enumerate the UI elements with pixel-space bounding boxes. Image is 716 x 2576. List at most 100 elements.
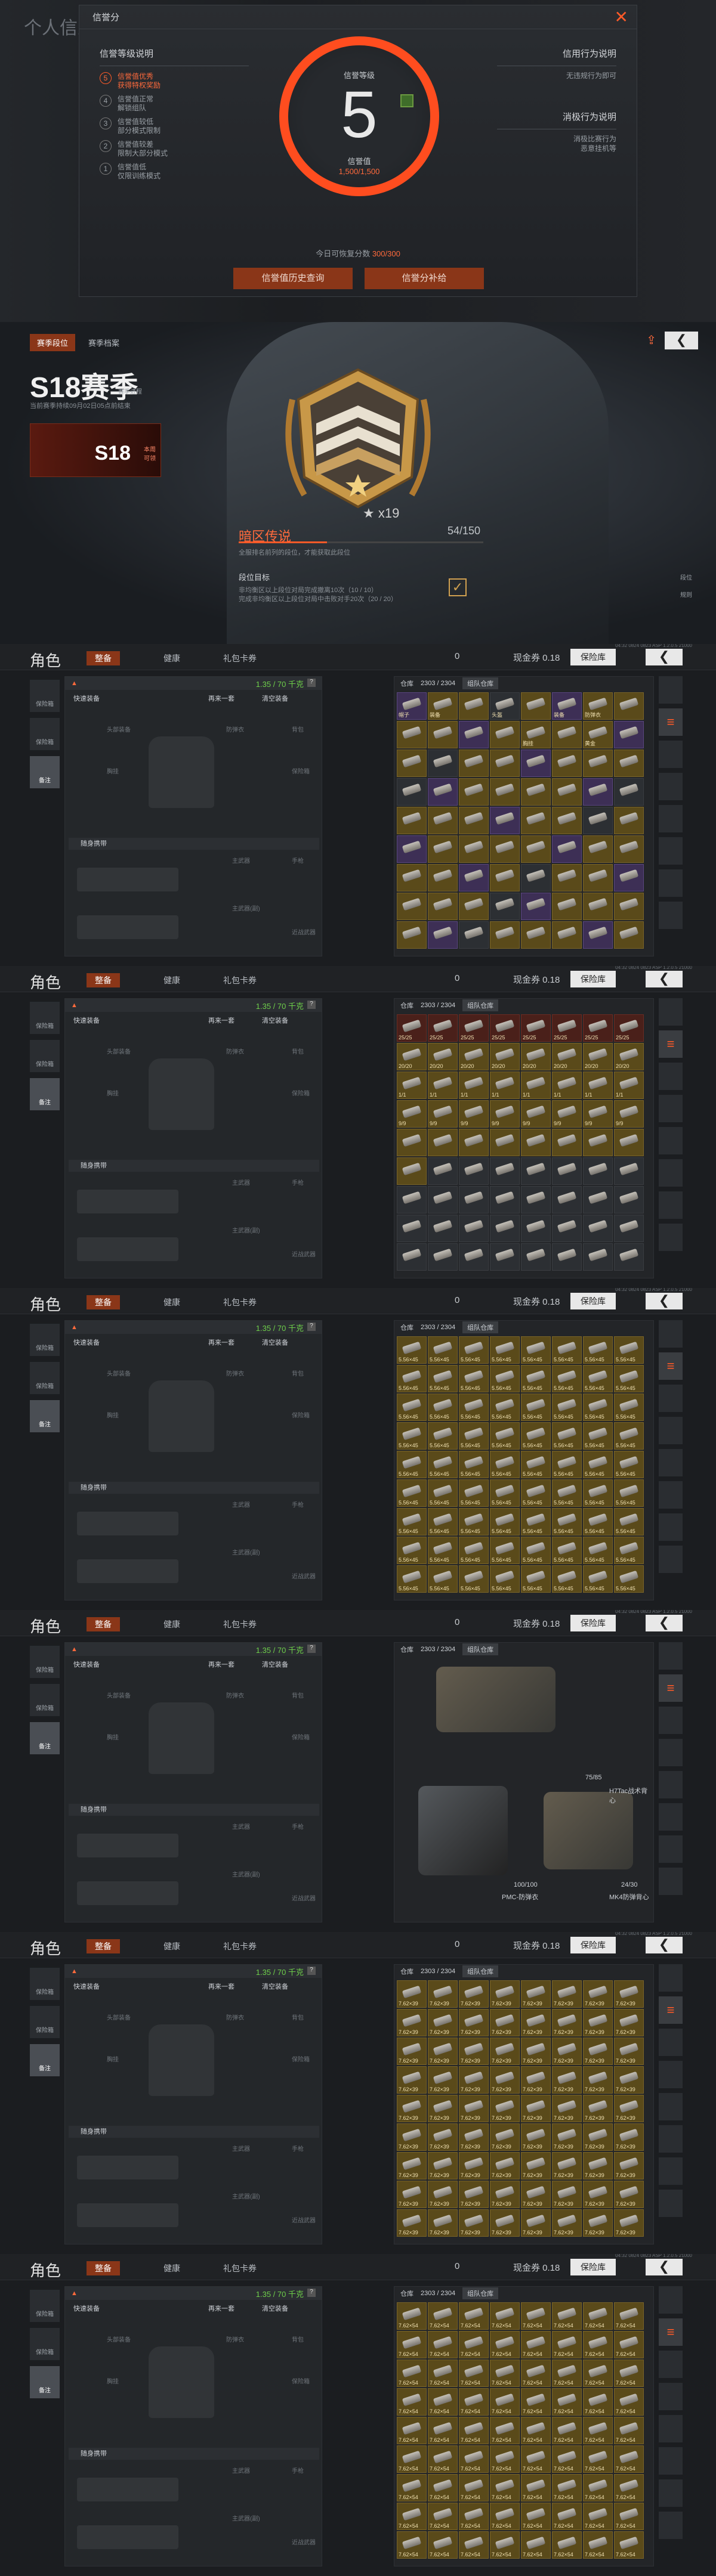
armor-item-1[interactable] bbox=[436, 1667, 555, 1732]
clear-loadout-button[interactable]: 清空装备 bbox=[262, 693, 288, 703]
stash-item[interactable]: 7.62×39 bbox=[521, 1980, 551, 2008]
stash-item[interactable] bbox=[397, 778, 427, 806]
stash-item[interactable]: 5.56×45 bbox=[397, 1508, 427, 1535]
stash-item[interactable]: 5.56×45 bbox=[583, 1479, 613, 1507]
stash-item[interactable]: 7.62×39 bbox=[490, 2181, 520, 2208]
stash-item[interactable]: 5.56×45 bbox=[521, 1565, 551, 1593]
category-filter-button[interactable] bbox=[659, 2447, 683, 2475]
side-slot[interactable]: 保险箱 bbox=[30, 1646, 60, 1678]
back-button[interactable]: ❮ bbox=[646, 1937, 683, 1953]
bag-slot[interactable]: 背包 bbox=[292, 2012, 304, 2021]
melee-slot[interactable]: 近战武器 bbox=[292, 1571, 316, 1580]
stash-item[interactable]: 7.62×54 bbox=[583, 2474, 613, 2501]
stash-item[interactable]: 7.62×54 bbox=[552, 2388, 582, 2416]
category-filter-button[interactable]: ≡ bbox=[659, 1030, 683, 1058]
stash-item[interactable]: 5.56×45 bbox=[459, 1422, 489, 1450]
stash-item[interactable]: 7.62×54 bbox=[490, 2302, 520, 2330]
melee-slot[interactable]: 近战武器 bbox=[292, 2215, 316, 2224]
stash-item[interactable]: 胸挂 bbox=[521, 721, 551, 748]
stash-item[interactable]: 7.62×39 bbox=[583, 2181, 613, 2208]
stash-item[interactable]: 5.56×45 bbox=[583, 1537, 613, 1564]
side-slot[interactable]: 备注 bbox=[30, 1078, 60, 1110]
season-reward-card[interactable]: S18 本周 可领 bbox=[30, 423, 161, 477]
case-slot[interactable]: 保险箱 bbox=[292, 1088, 310, 1097]
stash-item[interactable] bbox=[583, 807, 613, 834]
help-icon[interactable]: ? bbox=[307, 1323, 316, 1331]
category-filter-button[interactable] bbox=[659, 1385, 683, 1412]
stash-item[interactable]: 7.62×39 bbox=[490, 2209, 520, 2237]
category-filter-button[interactable]: ≡ bbox=[659, 1352, 683, 1380]
stash-item[interactable]: 7.62×39 bbox=[428, 2066, 458, 2094]
stash-item[interactable] bbox=[583, 1157, 613, 1185]
bag-slot[interactable]: 背包 bbox=[292, 1690, 304, 1699]
stash-item[interactable]: 5.56×45 bbox=[459, 1508, 489, 1535]
stash-item[interactable]: 7.62×54 bbox=[583, 2331, 613, 2358]
helmet-slot[interactable]: 头部装备 bbox=[107, 2334, 131, 2343]
stash-item[interactable]: 7.62×54 bbox=[583, 2360, 613, 2387]
stash-item[interactable]: 7.62×54 bbox=[459, 2445, 489, 2473]
clear-loadout-button[interactable]: 清空装备 bbox=[262, 2303, 288, 2313]
secondary-weapon-slot[interactable]: 主武器(副) bbox=[232, 903, 260, 912]
stash-item[interactable]: 9/9 bbox=[428, 1100, 458, 1128]
stash-item[interactable] bbox=[552, 1243, 582, 1271]
category-filter-button[interactable] bbox=[659, 1095, 683, 1122]
stash-item[interactable]: 1/1 bbox=[428, 1072, 458, 1099]
stash-item[interactable] bbox=[614, 1215, 644, 1242]
stash-item[interactable]: 5.56×45 bbox=[459, 1479, 489, 1507]
stash-item[interactable]: 帽子 bbox=[397, 692, 427, 720]
stash-item[interactable] bbox=[428, 835, 458, 863]
stash-item[interactable]: 5.56×45 bbox=[552, 1365, 582, 1392]
stash-item[interactable] bbox=[521, 1129, 551, 1156]
stash-item[interactable] bbox=[521, 1157, 551, 1185]
tab-card[interactable]: 礼包卡券 bbox=[215, 1939, 265, 1953]
stash-tab[interactable]: 仓库 bbox=[400, 2289, 413, 2298]
stash-item[interactable]: 7.62×54 bbox=[490, 2445, 520, 2473]
stash-item[interactable]: 7.62×39 bbox=[614, 2209, 644, 2237]
stash-item[interactable]: 5.56×45 bbox=[521, 1508, 551, 1535]
tab-health[interactable]: 健康 bbox=[155, 1617, 189, 1631]
stash-item[interactable]: 7.62×54 bbox=[459, 2302, 489, 2330]
stash-item[interactable]: 7.62×39 bbox=[459, 2123, 489, 2151]
secondary-weapon-slot[interactable]: 主武器(副) bbox=[232, 1225, 260, 1234]
help-icon[interactable]: ? bbox=[307, 1967, 316, 1975]
stash-item[interactable]: 7.62×54 bbox=[459, 2417, 489, 2444]
case-slot[interactable]: 保险箱 bbox=[292, 2376, 310, 2385]
stash-item[interactable]: 7.62×54 bbox=[552, 2302, 582, 2330]
stash-item[interactable]: 7.62×39 bbox=[583, 2066, 613, 2094]
stash-item[interactable]: 5.56×45 bbox=[583, 1508, 613, 1535]
vault-button[interactable]: 保险库 bbox=[570, 2259, 616, 2275]
stash-item[interactable]: 25/25 bbox=[490, 1014, 520, 1042]
stash-item[interactable] bbox=[397, 1243, 427, 1271]
stash-item[interactable]: 7.62×39 bbox=[490, 1980, 520, 2008]
stash-item[interactable]: 7.62×54 bbox=[583, 2302, 613, 2330]
stash-item[interactable]: 5.56×45 bbox=[490, 1336, 520, 1364]
case-slot[interactable]: 保险箱 bbox=[292, 766, 310, 775]
stash-item[interactable] bbox=[552, 1215, 582, 1242]
stash-item[interactable] bbox=[397, 893, 427, 920]
stash-item[interactable] bbox=[428, 778, 458, 806]
stash-item[interactable] bbox=[614, 1186, 644, 1213]
category-filter-button[interactable] bbox=[659, 2512, 683, 2539]
stash-item[interactable]: 25/25 bbox=[521, 1014, 551, 1042]
stash-item[interactable]: 5.56×45 bbox=[614, 1422, 644, 1450]
stash-item[interactable]: 7.62×39 bbox=[397, 2152, 427, 2179]
stash-item[interactable]: 7.62×54 bbox=[521, 2388, 551, 2416]
vest-slot[interactable]: 防弹衣 bbox=[226, 2334, 244, 2343]
case-slot[interactable]: 保险箱 bbox=[292, 2054, 310, 2063]
stash-item[interactable] bbox=[397, 721, 427, 748]
stash-item[interactable]: 20/20 bbox=[428, 1043, 458, 1070]
melee-slot[interactable]: 近战武器 bbox=[292, 1893, 316, 1902]
category-filter-button[interactable] bbox=[659, 1417, 683, 1444]
stash-item[interactable]: 5.56×45 bbox=[614, 1537, 644, 1564]
stash-item[interactable] bbox=[583, 750, 613, 777]
stash-item[interactable]: 7.62×54 bbox=[490, 2417, 520, 2444]
category-filter-button[interactable] bbox=[659, 1546, 683, 1573]
category-filter-button[interactable] bbox=[659, 2157, 683, 2185]
side-slot[interactable]: 保险箱 bbox=[30, 680, 60, 712]
category-filter-button[interactable] bbox=[659, 741, 683, 768]
category-filter-button[interactable]: ≡ bbox=[659, 2318, 683, 2346]
stash-item[interactable]: 7.62×54 bbox=[397, 2331, 427, 2358]
back-button[interactable]: ❮ bbox=[646, 1615, 683, 1631]
help-icon[interactable]: ? bbox=[307, 1001, 316, 1009]
stash-item[interactable] bbox=[521, 864, 551, 891]
